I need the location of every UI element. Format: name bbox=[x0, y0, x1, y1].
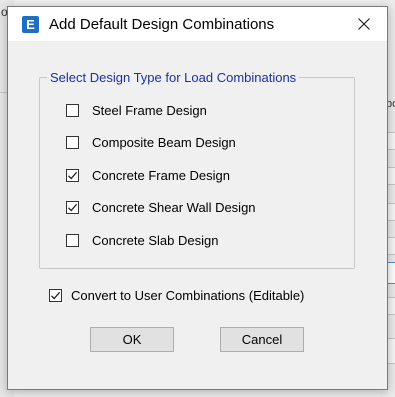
title-bar: E Add Default Design Combinations bbox=[8, 7, 387, 41]
checkbox-label: Steel Frame Design bbox=[92, 102, 207, 118]
etabs-app-icon: E bbox=[22, 16, 39, 33]
checkmark-icon bbox=[51, 291, 61, 299]
checkbox-label: Composite Beam Design bbox=[92, 134, 236, 150]
group-label: Select Design Type for Load Combinations bbox=[47, 70, 300, 85]
composite-beam-design-checkbox[interactable]: Composite Beam Design bbox=[66, 134, 236, 150]
concrete-slab-design-checkbox[interactable]: Concrete Slab Design bbox=[66, 232, 218, 248]
concrete-shear-wall-design-checkbox[interactable]: Concrete Shear Wall Design bbox=[66, 199, 256, 215]
checkbox-box[interactable] bbox=[66, 200, 79, 214]
concrete-frame-design-checkbox[interactable]: Concrete Frame Design bbox=[66, 167, 230, 183]
convert-to-user-combinations-checkbox[interactable]: Convert to User Combinations (Editable) bbox=[49, 287, 304, 303]
checkbox-box[interactable] bbox=[66, 135, 79, 149]
checkbox-label: Convert to User Combinations (Editable) bbox=[71, 287, 305, 303]
add-default-design-combinations-dialog: E Add Default Design Combinations Select… bbox=[7, 6, 388, 390]
ok-button[interactable]: OK bbox=[90, 327, 174, 352]
checkbox-label: Concrete Frame Design bbox=[92, 167, 230, 183]
cancel-button[interactable]: Cancel bbox=[220, 327, 304, 352]
checkbox-label: Concrete Shear Wall Design bbox=[92, 199, 256, 215]
checkbox-box[interactable] bbox=[49, 288, 62, 302]
checkbox-box[interactable] bbox=[66, 168, 79, 182]
checkmark-icon bbox=[68, 203, 78, 211]
steel-frame-design-checkbox[interactable]: Steel Frame Design bbox=[66, 102, 207, 118]
checkbox-box[interactable] bbox=[66, 233, 79, 247]
checkmark-icon bbox=[68, 171, 78, 179]
checkbox-label: Concrete Slab Design bbox=[92, 232, 219, 248]
checkbox-box[interactable] bbox=[66, 103, 79, 117]
dialog-title: Add Default Design Combinations bbox=[49, 16, 275, 33]
close-icon bbox=[358, 18, 370, 30]
close-button[interactable] bbox=[341, 7, 387, 41]
